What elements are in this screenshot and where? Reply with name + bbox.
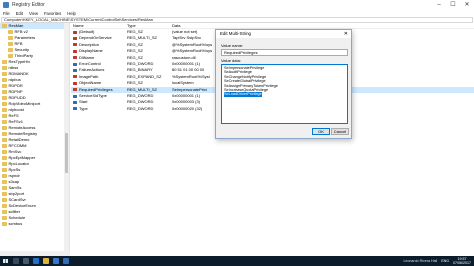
folder-icon	[2, 186, 7, 190]
folder-icon	[2, 90, 7, 94]
folder-icon	[2, 24, 7, 28]
folder-icon	[2, 150, 7, 154]
window-title: Registry Editor	[12, 2, 45, 8]
value-data-label: Value data:	[221, 58, 241, 63]
column-header-name[interactable]: Name	[71, 23, 127, 28]
menu-view[interactable]: View	[29, 10, 38, 17]
folder-icon	[8, 30, 13, 34]
folder-icon	[2, 156, 7, 160]
folder-icon	[2, 126, 7, 130]
binary-value-icon	[73, 107, 77, 111]
search-icon[interactable]	[12, 258, 19, 264]
folder-icon	[2, 198, 7, 202]
edit-multi-string-dialog: Edit Multi-String ✕ Value name: Required…	[215, 29, 352, 139]
folder-icon	[8, 36, 13, 40]
system-tray: Leonardo Rivera Hall ENG 19:57 07/06/201…	[403, 256, 471, 266]
registry-key-tree[interactable]: ResMan RFB v2 Parameters RFB Security ThirdPa…	[0, 23, 70, 256]
close-button[interactable]: ✕	[460, 0, 474, 10]
string-value-icon	[73, 88, 77, 92]
value-data-textarea[interactable]: SeImpersonatePrivilege SeAuditPrivilege Se…	[221, 64, 348, 124]
folder-icon	[2, 96, 7, 100]
folder-icon	[2, 60, 7, 64]
folder-icon	[8, 48, 13, 52]
tray-user-name: Leonardo Rivera Hall	[403, 259, 438, 263]
explorer-icon[interactable]	[42, 258, 49, 264]
selected-text: SeLoadDriverPrivilege	[224, 92, 262, 97]
maximize-button[interactable]: ☐	[446, 0, 460, 10]
dialog-close-button[interactable]: ✕	[344, 30, 348, 38]
tree-scrollbar[interactable]	[64, 23, 69, 256]
tree-item[interactable]: scmbus	[0, 221, 69, 227]
folder-icon	[2, 168, 7, 172]
string-value-icon	[73, 37, 77, 41]
column-header-type[interactable]: Type	[127, 23, 172, 28]
folder-icon	[2, 108, 7, 112]
folder-icon	[2, 72, 7, 76]
ok-button[interactable]: OK	[312, 128, 330, 135]
registry-editor-window: Registry Editor – ☐ ✕ File Edit View Fav…	[0, 0, 474, 256]
string-value-icon	[73, 56, 77, 60]
folder-icon	[2, 222, 7, 226]
minimize-button[interactable]: –	[432, 0, 446, 10]
store-icon[interactable]	[52, 258, 59, 264]
folder-icon	[8, 54, 13, 58]
title-bar: Registry Editor – ☐ ✕	[0, 0, 474, 10]
menu-favorites[interactable]: Favorites	[44, 10, 61, 17]
folder-icon	[8, 42, 13, 46]
string-value-icon	[73, 43, 77, 47]
binary-value-icon	[73, 94, 77, 98]
folder-icon	[2, 114, 7, 118]
folder-icon	[2, 132, 7, 136]
folder-icon	[2, 210, 7, 214]
taskbar: Leonardo Rivera Hall ENG 19:57 07/06/201…	[0, 256, 474, 266]
folder-icon	[2, 138, 7, 142]
dialog-title: Edit Multi-String	[220, 31, 251, 36]
task-view-icon[interactable]	[22, 258, 29, 264]
menu-bar: File Edit View Favorites Help	[0, 10, 76, 17]
folder-icon	[2, 102, 7, 106]
value-type-cell: REG_DWORD	[127, 105, 154, 111]
string-value-icon	[73, 75, 77, 79]
cancel-button[interactable]: Cancel	[331, 128, 349, 135]
folder-icon	[2, 78, 7, 82]
folder-icon	[2, 120, 7, 124]
menu-help[interactable]: Help	[67, 10, 76, 17]
folder-icon	[2, 144, 7, 148]
value-name-label: Value name:	[221, 43, 244, 48]
menu-file[interactable]: File	[3, 10, 10, 17]
mail-icon[interactable]	[62, 258, 69, 264]
folder-icon	[2, 192, 7, 196]
binary-value-icon	[73, 62, 77, 66]
folder-icon	[2, 66, 7, 70]
edge-icon[interactable]	[32, 258, 39, 264]
value-data-cell: 0x00000020 (32)	[172, 105, 203, 111]
tree-item-label: scmbus	[8, 221, 23, 226]
dialog-title-bar: Edit Multi-String ✕	[216, 30, 351, 38]
binary-value-icon	[73, 69, 77, 73]
folder-icon	[2, 84, 7, 88]
language-indicator[interactable]: ENG	[441, 259, 449, 263]
string-value-icon	[73, 81, 77, 85]
registry-editor-app-icon	[3, 2, 9, 8]
clock[interactable]: 19:57 07/06/2017	[453, 257, 471, 265]
binary-value-icon	[73, 100, 77, 104]
value-name-cell: Type	[71, 106, 127, 112]
window-controls: – ☐ ✕	[432, 0, 474, 10]
folder-icon	[2, 216, 7, 220]
string-value-icon	[73, 49, 77, 53]
value-data-line-selected: SeLoadDriverPrivilege	[224, 92, 345, 97]
folder-icon	[2, 204, 7, 208]
value-name-text: Type	[79, 105, 88, 111]
value-name-field[interactable]: RequiredPrivileges	[221, 49, 348, 56]
folder-icon	[2, 180, 7, 184]
folder-icon	[2, 174, 7, 178]
string-value-icon	[73, 30, 77, 34]
column-header-data[interactable]: Data	[172, 23, 212, 28]
folder-icon	[2, 162, 7, 166]
menu-edit[interactable]: Edit	[16, 10, 23, 17]
tree-scroll-thumb[interactable]	[65, 133, 68, 173]
windows-logo-icon[interactable]	[3, 258, 8, 264]
clock-date: 07/06/2017	[453, 261, 471, 265]
